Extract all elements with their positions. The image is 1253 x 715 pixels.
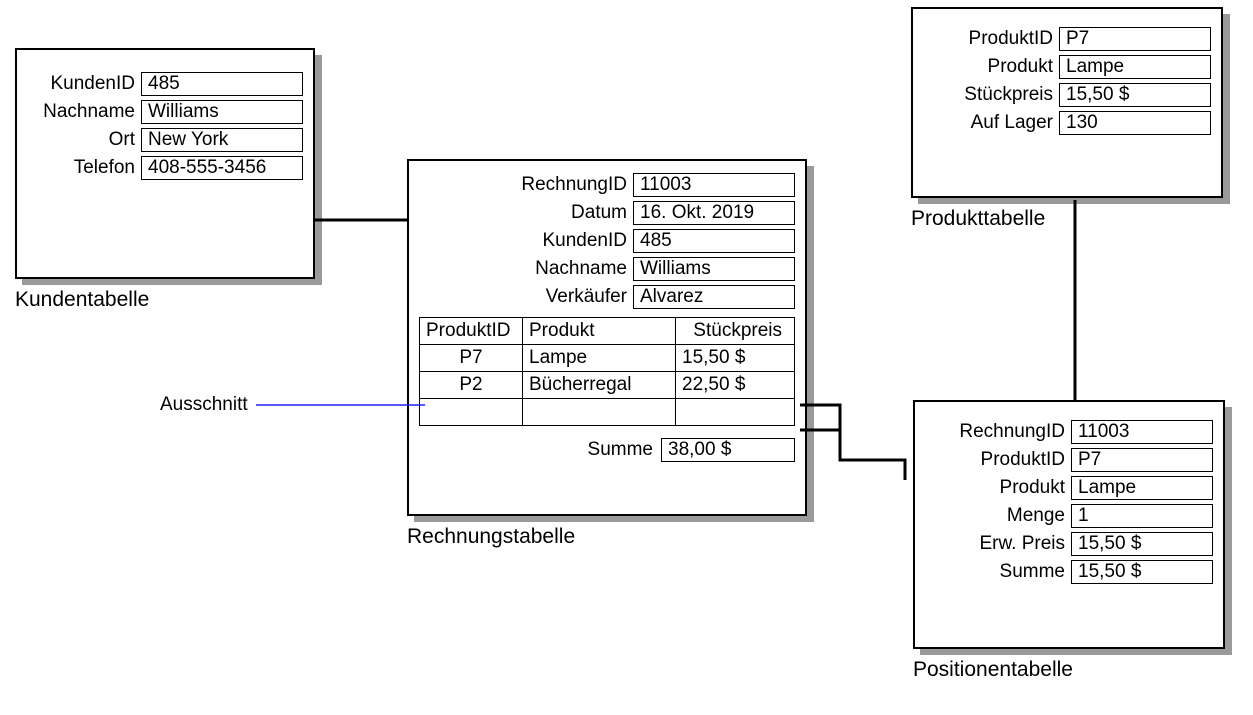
position-row-menge: Menge 1: [925, 502, 1213, 530]
positionentabelle-panel: RechnungID 11003 ProduktID P7 Produkt La…: [913, 400, 1225, 649]
position-row-rechnungid: RechnungID 11003: [925, 418, 1213, 446]
kunden-row-kundenid: KundenID 485: [27, 70, 303, 98]
position-rechnungid-label: RechnungID: [925, 421, 1071, 443]
rechnung-rechnungid-label: RechnungID: [419, 174, 633, 196]
position-row-erw: Erw. Preis 15,50 $: [925, 530, 1213, 558]
kunden-telefon-value: 408-555-3456: [141, 156, 303, 180]
kunden-nachname-value: Williams: [141, 100, 303, 124]
position-row-summe: Summe 15,50 $: [925, 558, 1213, 586]
ausschnitt-row: [420, 399, 794, 425]
kunden-ort-value: New York: [141, 128, 303, 152]
position-erw-label: Erw. Preis: [925, 533, 1071, 555]
kunden-kundenid-value: 485: [141, 72, 303, 96]
ausschnitt-label: Ausschnitt: [160, 394, 248, 416]
rechnung-nachname-label: Nachname: [419, 258, 633, 280]
position-summe-label: Summe: [925, 561, 1071, 583]
kunden-telefon-label: Telefon: [27, 157, 141, 179]
ausschnitt-r1-c2: Bücherregal: [523, 372, 676, 398]
produkttabelle-caption: Produkttabelle: [911, 207, 1045, 231]
ausschnitt-row: P2 Bücherregal 22,50 $: [420, 372, 794, 399]
position-produkt-value: Lampe: [1071, 476, 1213, 500]
produkt-produktid-value: P7: [1059, 27, 1211, 51]
ausschnitt-hdr-stueck: Stückpreis: [676, 318, 788, 344]
produkt-produkt-value: Lampe: [1059, 55, 1211, 79]
position-summe-value: 15,50 $: [1071, 560, 1213, 584]
ausschnitt-r0-c1: P7: [420, 345, 523, 371]
ausschnitt-r0-c2: Lampe: [523, 345, 676, 371]
rechnung-datum-label: Datum: [419, 202, 633, 224]
rechnung-verkaeufer-label: Verkäufer: [419, 286, 633, 308]
ausschnitt-r1-c3: 22,50 $: [676, 372, 788, 398]
produkt-stueck-label: Stückpreis: [923, 84, 1059, 106]
ausschnitt-hdr-produkt: Produkt: [523, 318, 676, 344]
rechnung-row-verkaeufer: Verkäufer Alvarez: [419, 283, 795, 311]
produkt-stueck-value: 15,50 $: [1059, 83, 1211, 107]
produkt-produktid-label: ProduktID: [923, 28, 1059, 50]
produkt-row-stueck: Stückpreis 15,50 $: [923, 81, 1211, 109]
position-menge-value: 1: [1071, 504, 1213, 528]
kunden-row-ort: Ort New York: [27, 126, 303, 154]
rechnung-nachname-value: Williams: [633, 257, 795, 281]
rechnung-row-kundenid: KundenID 485: [419, 227, 795, 255]
produkt-row-lager: Auf Lager 130: [923, 109, 1211, 137]
position-produkt-label: Produkt: [925, 477, 1071, 499]
position-produktid-label: ProduktID: [925, 449, 1071, 471]
rechnung-kundenid-label: KundenID: [419, 230, 633, 252]
rechnungstabelle-panel: RechnungID 11003 Datum 16. Okt. 2019 Kun…: [407, 159, 807, 516]
kunden-ort-label: Ort: [27, 129, 141, 151]
produkt-produkt-label: Produkt: [923, 56, 1059, 78]
position-erw-value: 15,50 $: [1071, 532, 1213, 556]
position-menge-label: Menge: [925, 505, 1071, 527]
kunden-row-telefon: Telefon 408-555-3456: [27, 154, 303, 182]
position-row-produktid: ProduktID P7: [925, 446, 1213, 474]
rechnung-datum-value: 16. Okt. 2019: [633, 201, 795, 225]
ausschnitt-r0-c3: 15,50 $: [676, 345, 788, 371]
ausschnitt-hdr-produktid: ProduktID: [420, 318, 523, 344]
position-produktid-value: P7: [1071, 448, 1213, 472]
rechnung-summe-label: Summe: [588, 439, 661, 461]
rechnung-row-datum: Datum 16. Okt. 2019: [419, 199, 795, 227]
produkt-lager-value: 130: [1059, 111, 1211, 135]
kundentabelle-panel: KundenID 485 Nachname Williams Ort New Y…: [15, 48, 315, 279]
rechnung-row-nachname: Nachname Williams: [419, 255, 795, 283]
position-rechnungid-value: 11003: [1071, 420, 1213, 444]
kunden-kundenid-label: KundenID: [27, 73, 141, 95]
ausschnitt-header: ProduktID Produkt Stückpreis: [420, 318, 794, 345]
rechnung-rechnungid-value: 11003: [633, 173, 795, 197]
rechnung-summe-value: 38,00 $: [661, 438, 795, 462]
ausschnitt-r2-c3: [676, 399, 788, 425]
kundentabelle-caption: Kundentabelle: [15, 288, 149, 312]
ausschnitt-r2-c1: [420, 399, 523, 425]
positionentabelle-caption: Positionentabelle: [913, 658, 1073, 682]
ausschnitt-row: P7 Lampe 15,50 $: [420, 345, 794, 372]
produkt-row-produktid: ProduktID P7: [923, 25, 1211, 53]
ausschnitt-r1-c1: P2: [420, 372, 523, 398]
ausschnitt-subtable: ProduktID Produkt Stückpreis P7 Lampe 15…: [419, 317, 795, 426]
rechnungstabelle-caption: Rechnungstabelle: [407, 525, 575, 549]
position-row-produkt: Produkt Lampe: [925, 474, 1213, 502]
rechnung-row-rechnungid: RechnungID 11003: [419, 171, 795, 199]
rechnung-kundenid-value: 485: [633, 229, 795, 253]
kunden-row-nachname: Nachname Williams: [27, 98, 303, 126]
produkt-row-produkt: Produkt Lampe: [923, 53, 1211, 81]
produkttabelle-panel: ProduktID P7 Produkt Lampe Stückpreis 15…: [911, 7, 1223, 198]
produkt-lager-label: Auf Lager: [923, 112, 1059, 134]
ausschnitt-r2-c2: [523, 399, 676, 425]
rechnung-verkaeufer-value: Alvarez: [633, 285, 795, 309]
kunden-nachname-label: Nachname: [27, 101, 141, 123]
diagram-canvas: KundenID 485 Nachname Williams Ort New Y…: [0, 0, 1253, 715]
rechnung-summe-row: Summe 38,00 $: [419, 436, 795, 464]
